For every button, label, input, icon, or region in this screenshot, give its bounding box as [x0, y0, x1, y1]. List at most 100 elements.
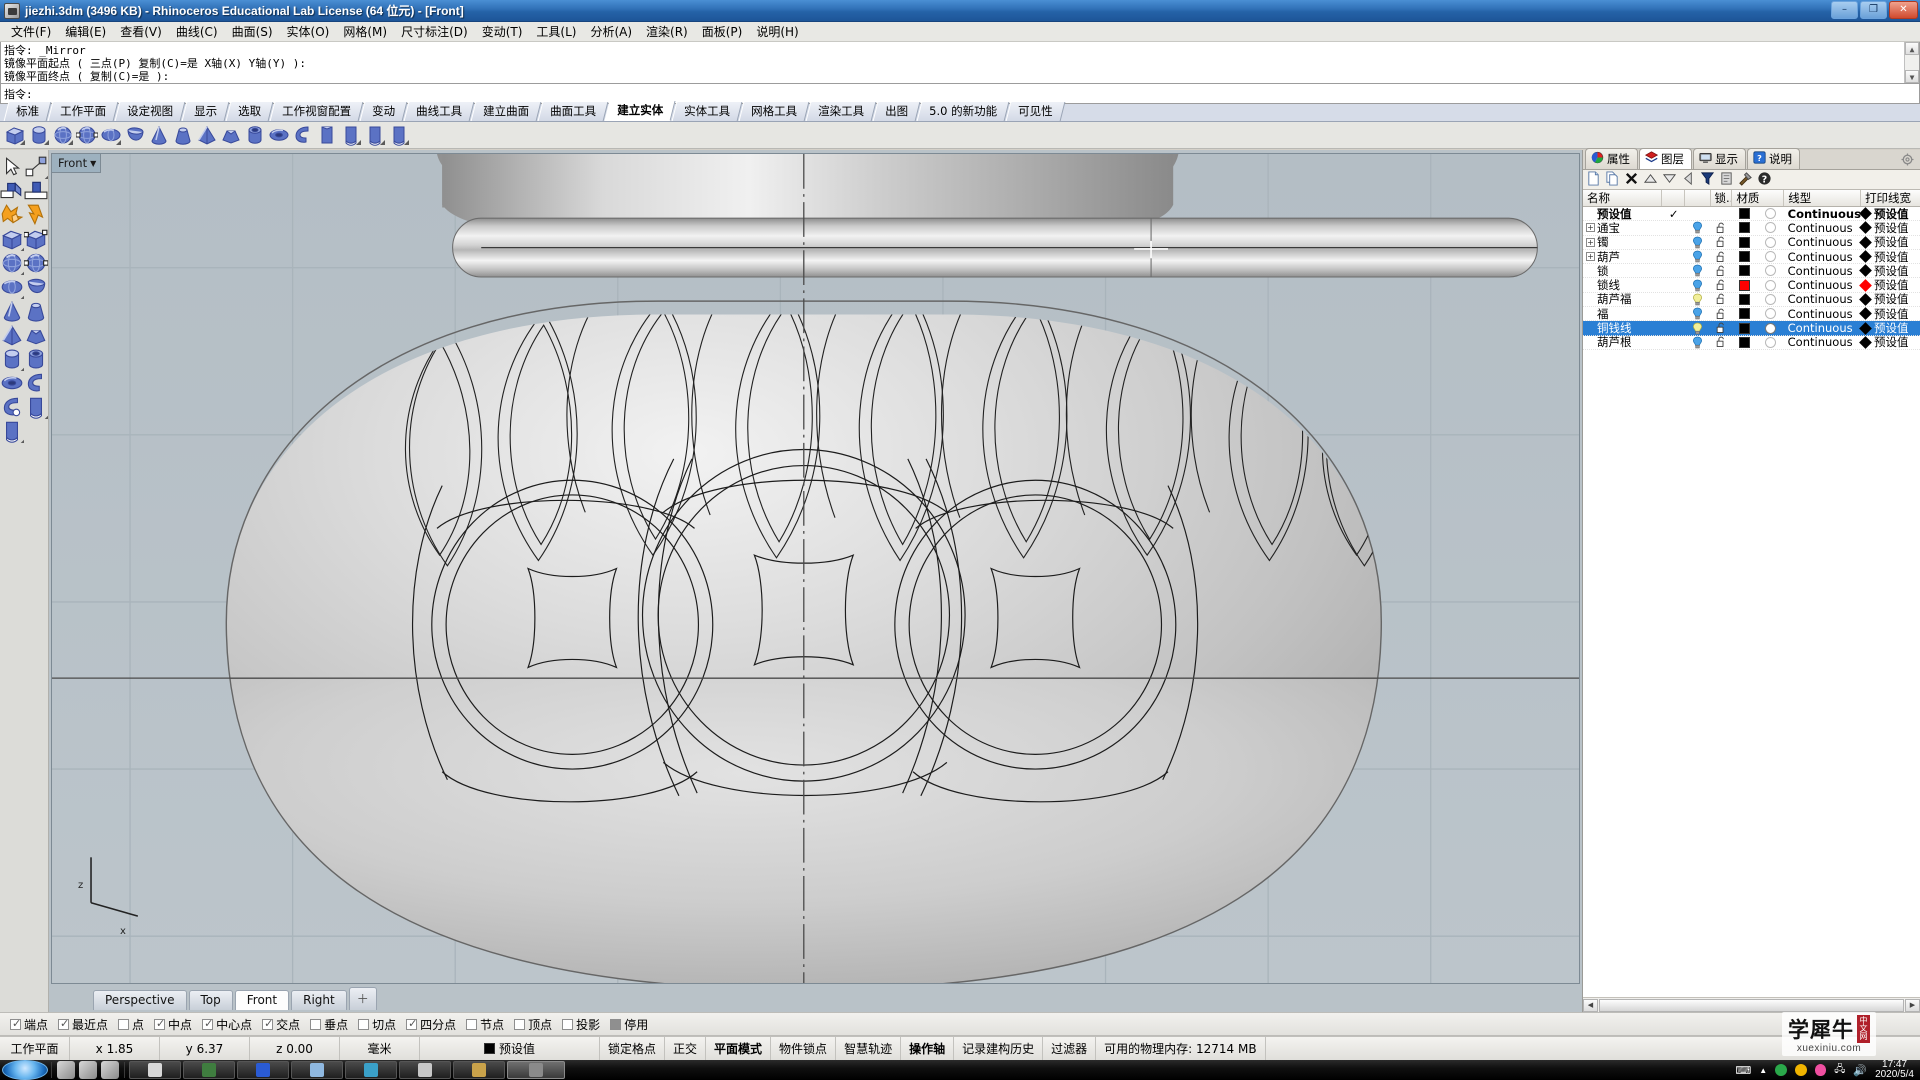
cylinder-icon[interactable] — [28, 124, 51, 147]
keyboard-icon[interactable]: ⌨ — [1735, 1064, 1751, 1077]
toolbar-tab-5[interactable]: 工作视窗配置 — [269, 102, 364, 121]
layer-color-swatch[interactable] — [1738, 293, 1750, 305]
menu-item-1[interactable]: 编辑(E) — [58, 21, 113, 42]
osnap-11[interactable]: 投影 — [562, 1016, 600, 1033]
toolbar-tab-1[interactable]: 工作平面 — [47, 102, 119, 121]
slab-icon[interactable] — [24, 395, 48, 419]
osnap-checkbox[interactable] — [562, 1018, 574, 1030]
command-history-scrollbar[interactable]: ▲ ▼ — [1904, 42, 1919, 83]
sphere-icon[interactable] — [0, 251, 24, 275]
osnap-checkbox[interactable] — [202, 1017, 213, 1030]
status-toggle-7[interactable]: 过滤器 — [1043, 1037, 1097, 1060]
menu-item-6[interactable]: 网格(M) — [336, 21, 394, 42]
status-units[interactable]: 毫米 — [340, 1037, 420, 1060]
boolean-union-icon[interactable] — [0, 203, 24, 227]
layer-material-icon[interactable] — [1764, 208, 1776, 220]
taskbar-app-0[interactable] — [129, 1061, 181, 1079]
osnap-checkbox[interactable] — [466, 1018, 478, 1030]
toolbar-tab-14[interactable]: 出图 — [872, 102, 921, 121]
lock-icon[interactable] — [1710, 293, 1731, 305]
layer-material-icon[interactable] — [1764, 251, 1776, 263]
lock-icon[interactable] — [1710, 279, 1731, 291]
layer-linetype[interactable]: Continuous — [1784, 292, 1861, 306]
select-window-icon[interactable] — [24, 155, 48, 179]
menu-item-2[interactable]: 查看(V) — [113, 21, 169, 42]
column-header-linetype[interactable]: 线型 — [1784, 190, 1862, 206]
lock-icon[interactable] — [1710, 308, 1731, 320]
lock-icon[interactable] — [1710, 336, 1731, 348]
properties-icon[interactable] — [1719, 171, 1736, 188]
lock-icon[interactable] — [1710, 222, 1731, 234]
prev-icon[interactable] — [1681, 171, 1698, 188]
layer-material-icon[interactable] — [1764, 236, 1776, 248]
print-color-diamond[interactable] — [1859, 235, 1872, 249]
layer-linetype[interactable]: Continuous — [1784, 307, 1861, 321]
osnap-8[interactable]: 四分点 — [406, 1016, 456, 1033]
pipe-icon[interactable] — [292, 124, 315, 147]
copy-layer-icon[interactable] — [1605, 171, 1622, 188]
visibility-bulb-icon[interactable] — [1685, 221, 1710, 234]
maximize-button[interactable]: ❐ — [1860, 1, 1887, 19]
taskbar-app-1[interactable] — [183, 1061, 235, 1079]
lock-icon[interactable] — [1710, 265, 1731, 277]
update-icon[interactable] — [1795, 1064, 1808, 1076]
print-color-diamond[interactable] — [1859, 278, 1872, 292]
print-color-diamond[interactable] — [1859, 221, 1872, 235]
expand-icon[interactable]: + — [1586, 223, 1595, 233]
status-layer[interactable]: 预设值 — [420, 1037, 600, 1060]
osnap-checkbox[interactable] — [514, 1018, 526, 1030]
toolbar-tab-11[interactable]: 实体工具 — [671, 102, 743, 121]
layer-material-cell[interactable] — [1757, 322, 1784, 334]
status-toggle-5[interactable]: 操作轴 — [901, 1037, 955, 1060]
new-layer-icon[interactable] — [1586, 171, 1603, 188]
minimize-button[interactable]: – — [1831, 1, 1858, 19]
box-icon[interactable] — [4, 124, 27, 147]
help-icon[interactable]: ? — [1757, 171, 1774, 188]
move-down-icon[interactable] — [1662, 171, 1679, 188]
osnap-12[interactable]: 停用 — [610, 1016, 648, 1033]
osnap-6[interactable]: 垂点 — [310, 1016, 348, 1033]
explorer-icon[interactable] — [79, 1061, 97, 1079]
torus-icon[interactable] — [268, 124, 291, 147]
osnap-7[interactable]: 切点 — [358, 1016, 396, 1033]
layer-row[interactable]: 葫芦根 Continuous 预设值 — [1583, 335, 1920, 350]
osnap-checkbox[interactable] — [310, 1018, 322, 1030]
menu-item-3[interactable]: 曲线(C) — [169, 21, 225, 42]
expand-icon[interactable]: + — [1586, 252, 1595, 262]
print-color-diamond[interactable] — [1859, 250, 1872, 263]
volume-icon[interactable]: 🔊 — [1853, 1064, 1867, 1077]
toolbar-tab-2[interactable]: 设定视图 — [114, 102, 186, 121]
layer-color-swatch[interactable] — [1738, 308, 1750, 320]
sphere-3point-icon[interactable] — [76, 124, 99, 147]
cylinder-icon[interactable] — [0, 347, 24, 371]
media-icon[interactable] — [101, 1061, 119, 1079]
layer-material-cell[interactable] — [1757, 236, 1784, 248]
toolbar-tab-15[interactable]: 5.0 的新功能 — [916, 102, 1010, 121]
expand-icon[interactable]: + — [1586, 237, 1595, 247]
toolbar-tab-8[interactable]: 建立曲面 — [470, 102, 542, 121]
osnap-1[interactable]: 最近点 — [58, 1016, 108, 1033]
command-input-line[interactable]: 指令: — [0, 84, 1920, 104]
osnap-checkbox[interactable] — [406, 1017, 417, 1030]
taskbar-clock[interactable]: 17:47 2020/5/4 — [1875, 1060, 1914, 1080]
status-cplane[interactable]: 工作平面 — [0, 1037, 70, 1060]
print-color-diamond[interactable] — [1859, 307, 1872, 321]
tools-icon[interactable] — [1738, 171, 1755, 188]
viewport-title[interactable]: Front ▼ — [52, 154, 102, 173]
layer-list[interactable]: 预设值 ✓ Continuous 预设值 + 通宝 Continuous 预设值 + 镯 Conti… — [1583, 207, 1920, 997]
menu-item-9[interactable]: 工具(L) — [529, 21, 583, 42]
layer-color-cell[interactable] — [1732, 265, 1757, 277]
taskbar-app-5[interactable] — [399, 1061, 451, 1079]
layer-linetype[interactable]: Continuous — [1784, 278, 1861, 292]
status-toggle-0[interactable]: 锁定格点 — [600, 1037, 666, 1060]
osnap-checkbox[interactable] — [262, 1017, 273, 1030]
layer-material-cell[interactable] — [1757, 265, 1784, 277]
layer-color-cell[interactable] — [1732, 293, 1757, 305]
truncated-cone-icon[interactable] — [172, 124, 195, 147]
layer-color-swatch[interactable] — [1738, 279, 1750, 291]
pyramid-icon[interactable] — [0, 323, 24, 347]
layer-color-swatch[interactable] — [1738, 208, 1750, 220]
menu-item-7[interactable]: 尺寸标注(D) — [394, 21, 475, 42]
taskbar-app-3[interactable] — [291, 1061, 343, 1079]
layer-color-cell[interactable] — [1732, 308, 1757, 320]
